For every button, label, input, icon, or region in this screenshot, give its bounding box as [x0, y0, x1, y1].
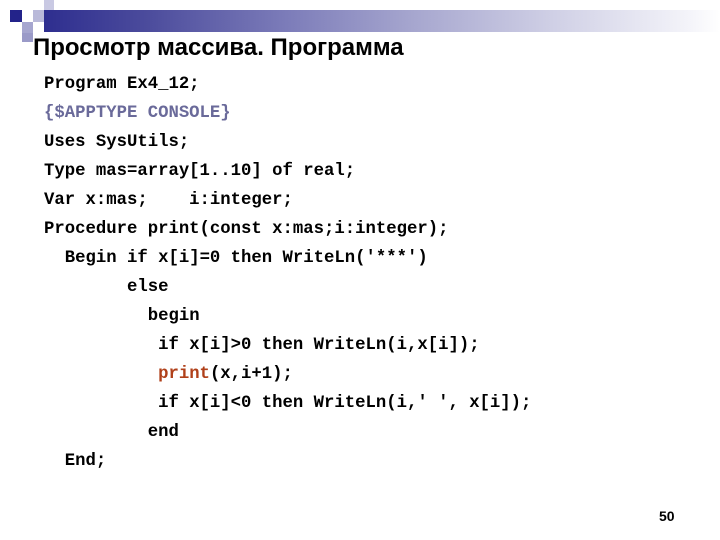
code-listing: Program Ex4_12; {$APPTYPE CONSOLE} Uses Sy… — [44, 70, 531, 476]
code-text: end — [147, 423, 179, 442]
code-line: end — [44, 418, 531, 447]
code-line: End; — [44, 447, 531, 476]
code-line: if x[i]>0 then WriteLn(i,x[i]); — [44, 331, 531, 360]
code-text: if x[i]>0 then WriteLn(i,x[i]); — [158, 336, 480, 355]
decor-square-light-low — [22, 33, 33, 42]
code-line: Begin if x[i]=0 then WriteLn('***') — [44, 244, 531, 273]
code-text: begin — [147, 307, 200, 326]
code-line: print(x,i+1); — [44, 360, 531, 389]
code-line: {$APPTYPE CONSOLE} — [44, 99, 531, 128]
code-text: if x[i]<0 then WriteLn(i,' ', x[i]); — [158, 394, 532, 413]
code-text: Var x:mas; i:integer; — [44, 191, 293, 210]
code-line: Type mas=array[1..10] of real; — [44, 157, 531, 186]
decor-square-light-left — [22, 22, 33, 33]
decor-square-dark — [10, 10, 22, 22]
code-text: End; — [64, 452, 107, 471]
code-text: Program Ex4_12; — [44, 75, 200, 94]
code-text: (x,i+1); — [209, 365, 293, 384]
code-text: Begin if x[i]=0 then WriteLn('***') — [64, 249, 428, 268]
code-text: Uses SysUtils; — [44, 133, 190, 152]
title-gradient-bar — [44, 10, 720, 32]
code-line: begin — [44, 302, 531, 331]
code-line: Var x:mas; i:integer; — [44, 186, 531, 215]
code-text: else — [126, 278, 169, 297]
code-text: Type mas=array[1..10] of real; — [44, 162, 356, 181]
code-text: Procedure print(const x:mas;i:integer); — [44, 220, 449, 239]
code-line: Program Ex4_12; — [44, 70, 531, 99]
code-text: {$APPTYPE CONSOLE} — [44, 104, 231, 123]
decor-square-light-top — [44, 0, 54, 10]
code-line: if x[i]<0 then WriteLn(i,' ', x[i]); — [44, 389, 531, 418]
recursive-call: print — [158, 365, 210, 384]
code-line: else — [44, 273, 531, 302]
page-number: 50 — [659, 508, 675, 524]
slide-title: Просмотр массива. Программа — [33, 34, 404, 61]
code-line: Uses SysUtils; — [44, 128, 531, 157]
code-line: Procedure print(const x:mas;i:integer); — [44, 215, 531, 244]
